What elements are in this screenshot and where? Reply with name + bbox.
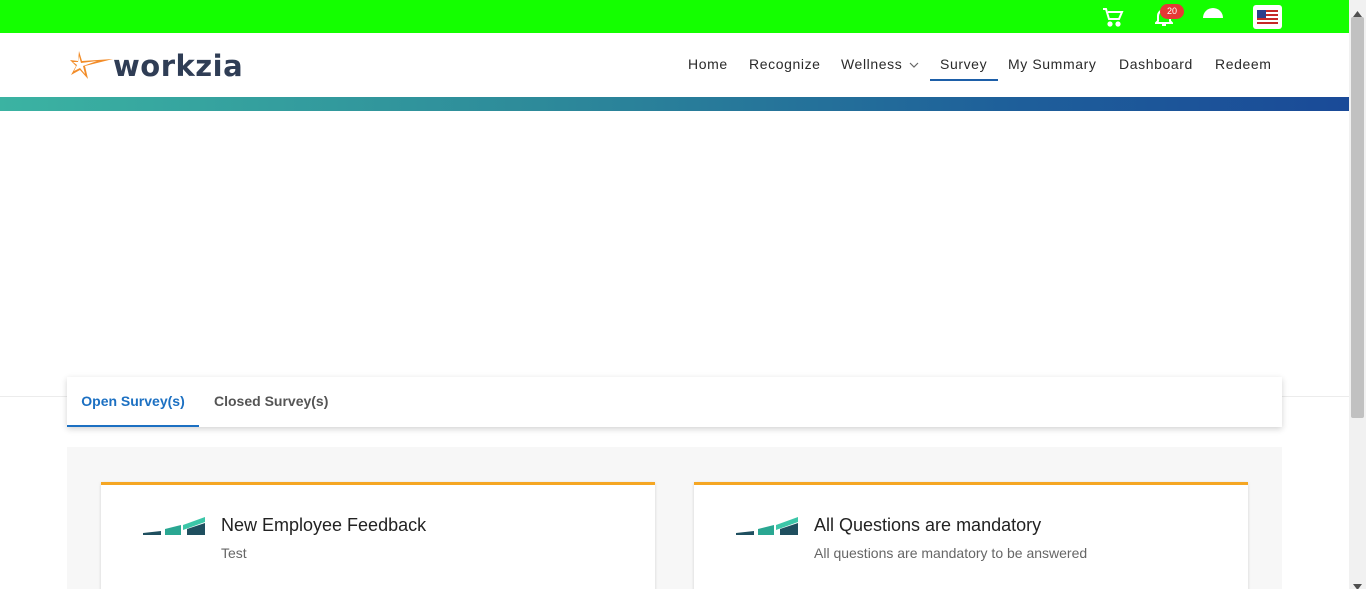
survey-title[interactable]: All Questions are mandatory: [814, 515, 1041, 536]
page: 20 workzia Home Recognize Wellness Surve…: [0, 0, 1366, 589]
tab-open-surveys[interactable]: Open Survey(s): [67, 377, 199, 427]
survey-chart-icon: [141, 517, 207, 535]
nav-survey[interactable]: Survey: [929, 56, 999, 81]
scroll-down-arrow-icon[interactable]: [1353, 577, 1362, 589]
survey-card[interactable]: All Questions are mandatory All question…: [694, 482, 1248, 589]
user-icon[interactable]: [1199, 2, 1227, 24]
survey-title[interactable]: New Employee Feedback: [221, 515, 426, 536]
us-flag-icon[interactable]: [1253, 5, 1282, 29]
notification-badge[interactable]: 20: [1160, 4, 1184, 19]
chevron-down-icon[interactable]: [909, 56, 919, 74]
cart-icon[interactable]: [1101, 6, 1125, 28]
top-bar: [0, 0, 1349, 33]
nav-recognize[interactable]: Recognize: [749, 56, 821, 72]
scroll-up-arrow-icon[interactable]: [1353, 4, 1362, 22]
nav-my-summary[interactable]: My Summary: [1008, 56, 1096, 72]
nav-dashboard[interactable]: Dashboard: [1119, 56, 1193, 72]
survey-description: Test: [221, 545, 247, 561]
nav-redeem[interactable]: Redeem: [1215, 56, 1272, 72]
star-logo-icon: [70, 51, 113, 79]
scrollbar-thumb[interactable]: [1351, 17, 1364, 418]
nav-wellness[interactable]: Wellness: [841, 56, 902, 72]
nav-home[interactable]: Home: [688, 56, 728, 72]
survey-description: All questions are mandatory to be answer…: [814, 545, 1088, 561]
workzia-logo[interactable]: workzia: [69, 49, 243, 83]
main-header: workzia Home Recognize Wellness Survey M…: [0, 33, 1349, 97]
logo-text: workzia: [113, 49, 244, 83]
survey-tabs: Open Survey(s) Closed Survey(s): [67, 377, 1282, 427]
survey-card[interactable]: New Employee Feedback Test: [101, 482, 655, 589]
survey-chart-icon: [734, 517, 800, 535]
header-gradient-strip: [0, 97, 1349, 111]
survey-list: New Employee Feedback Test All Questions…: [67, 447, 1282, 589]
tab-closed-surveys[interactable]: Closed Survey(s): [214, 377, 328, 427]
